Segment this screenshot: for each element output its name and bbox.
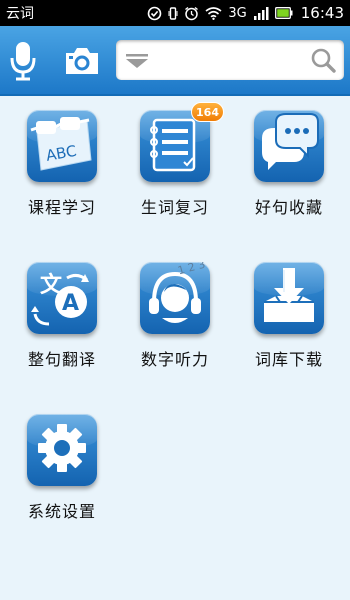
- tile-label: 系统设置: [27, 502, 96, 521]
- dropdown-arrow-icon[interactable]: [126, 54, 148, 68]
- translate-icon: 文 A: [27, 262, 97, 336]
- tile-sentence-translation[interactable]: 文 A 整句翻译: [7, 256, 117, 376]
- tile-system-settings[interactable]: 系统设置: [7, 408, 117, 528]
- signal-icon: [253, 6, 269, 20]
- tile-word-review[interactable]: 164 生词复习: [120, 102, 230, 224]
- wifi-icon: [205, 6, 222, 20]
- status-time: 16:43: [300, 4, 344, 22]
- tile-course-study[interactable]: ABC 课程学习: [7, 104, 117, 224]
- speech-bubble-icon: [254, 110, 324, 184]
- status-bar: 云词 3G 16:43: [0, 0, 350, 26]
- voice-search-button[interactable]: [6, 40, 40, 82]
- notebook-list-icon: 164: [140, 102, 224, 184]
- search-input[interactable]: [156, 46, 306, 74]
- network-type: 3G: [228, 5, 247, 21]
- headphones-icon: 1 2 3: [140, 262, 210, 336]
- svg-text:1 2 3: 1 2 3: [176, 262, 206, 277]
- vibrate-icon: [168, 6, 178, 21]
- svg-text:A: A: [62, 291, 79, 316]
- battery-icon: [274, 7, 293, 19]
- tile-sentence-favorites[interactable]: 好句收藏: [234, 104, 344, 224]
- tile-label: 词库下载: [254, 350, 323, 369]
- tile-label: 好句收藏: [254, 198, 323, 217]
- download-box-icon: [254, 262, 324, 336]
- tile-label: 生词复习: [140, 198, 209, 217]
- tile-wordbank-download[interactable]: 词库下载: [234, 256, 344, 376]
- check-circle-icon: [147, 6, 162, 21]
- tile-label: 数字听力: [140, 350, 209, 369]
- search-icon[interactable]: [310, 47, 336, 73]
- tile-label: 整句翻译: [27, 350, 96, 369]
- glasses-abc-icon: ABC: [27, 110, 97, 184]
- review-count-badge: 164: [191, 102, 224, 122]
- status-app-name: 云词: [6, 6, 34, 22]
- status-icons: 3G 16:43: [147, 4, 344, 22]
- camera-icon: [66, 48, 98, 74]
- camera-search-button[interactable]: [62, 42, 102, 80]
- tile-number-listening[interactable]: 1 2 3 数字听力: [120, 256, 230, 376]
- search-box[interactable]: [116, 40, 344, 80]
- top-bar: [0, 26, 350, 96]
- microphone-icon: [10, 42, 36, 81]
- tile-label: 课程学习: [27, 198, 96, 217]
- alarm-icon: [184, 6, 199, 21]
- gear-icon: [27, 414, 97, 488]
